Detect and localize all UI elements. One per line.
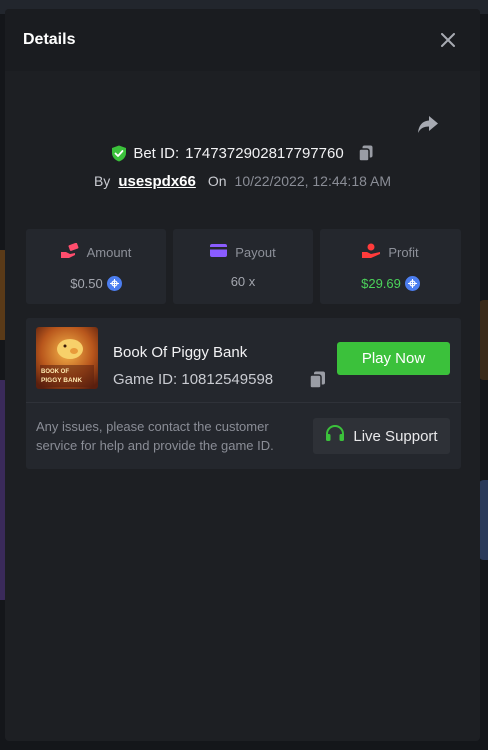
copy-icon[interactable] bbox=[309, 371, 326, 389]
game-id-label: Game ID: bbox=[113, 371, 178, 388]
stat-payout-value: 60 x bbox=[230, 274, 256, 289]
copy-icon[interactable] bbox=[357, 145, 374, 162]
support-text: Any issues, please contact the customer … bbox=[36, 419, 274, 453]
thumb-text-2: PIGGY BANK bbox=[41, 377, 82, 384]
stat-amount-value-row: $0.50 bbox=[70, 275, 122, 291]
thumb-text-1: BOOK OF bbox=[41, 369, 69, 375]
stat-amount-value: $0.50 bbox=[70, 275, 103, 291]
bet-id-value: 1747372902817797760 bbox=[185, 145, 344, 162]
bet-meta-line: By usespdx66 On 10/22/2022, 12:44:18 AM bbox=[5, 173, 480, 190]
bet-stats: Amount $0.50 Payout 60 x Profit $29.69 bbox=[26, 229, 461, 304]
stat-profit: Profit $29.69 bbox=[320, 229, 461, 304]
profit-hand-icon bbox=[362, 243, 381, 262]
divider bbox=[26, 402, 461, 403]
modal-header: Details bbox=[5, 9, 480, 71]
username-link[interactable]: usespdx66 bbox=[118, 173, 196, 190]
stat-payout-label: Payout bbox=[235, 244, 276, 260]
game-card: BOOK OF PIGGY BANK Book Of Piggy Bank Ga… bbox=[26, 318, 461, 469]
game-thumbnail[interactable]: BOOK OF PIGGY BANK bbox=[36, 327, 98, 389]
stat-profit-label: Profit bbox=[388, 244, 419, 260]
bet-details-modal: Details Bet ID: 1747372902817797760 By u… bbox=[5, 9, 480, 741]
bet-date: 10/22/2022, 12:44:18 AM bbox=[234, 173, 392, 189]
hand-money-icon bbox=[60, 242, 79, 262]
game-id-value: 10812549598 bbox=[181, 371, 274, 388]
card-icon bbox=[210, 244, 228, 260]
stat-profit-header: Profit bbox=[362, 243, 419, 262]
by-label: By bbox=[93, 173, 111, 189]
game-name: Book Of Piggy Bank bbox=[113, 344, 248, 361]
play-now-button[interactable]: Play Now bbox=[337, 342, 450, 375]
live-support-button[interactable]: Live Support bbox=[313, 418, 450, 454]
on-label: On bbox=[207, 173, 227, 189]
close-icon[interactable] bbox=[438, 30, 458, 50]
share-icon[interactable] bbox=[416, 113, 440, 135]
stat-amount: Amount $0.50 bbox=[26, 229, 166, 304]
coin-icon bbox=[404, 275, 420, 291]
live-support-label: Live Support bbox=[353, 427, 438, 445]
stat-payout: Payout 60 x bbox=[173, 229, 313, 304]
game-id-line: Game ID: 10812549598 bbox=[113, 371, 273, 388]
stat-payout-value-row: 60 x bbox=[231, 274, 256, 289]
shield-check-icon bbox=[111, 145, 127, 162]
bet-id-line: Bet ID: 1747372902817797760 bbox=[5, 145, 480, 162]
bet-id-label: Bet ID: bbox=[133, 145, 180, 162]
stat-amount-header: Amount bbox=[60, 242, 132, 262]
headset-icon bbox=[325, 424, 345, 447]
stat-payout-header: Payout bbox=[210, 244, 276, 260]
modal-title: Details bbox=[23, 31, 76, 48]
stat-profit-value-row: $29.69 bbox=[361, 275, 420, 291]
stat-amount-label: Amount bbox=[86, 244, 132, 260]
coin-icon bbox=[106, 275, 122, 291]
stat-profit-value: $29.69 bbox=[361, 275, 401, 291]
